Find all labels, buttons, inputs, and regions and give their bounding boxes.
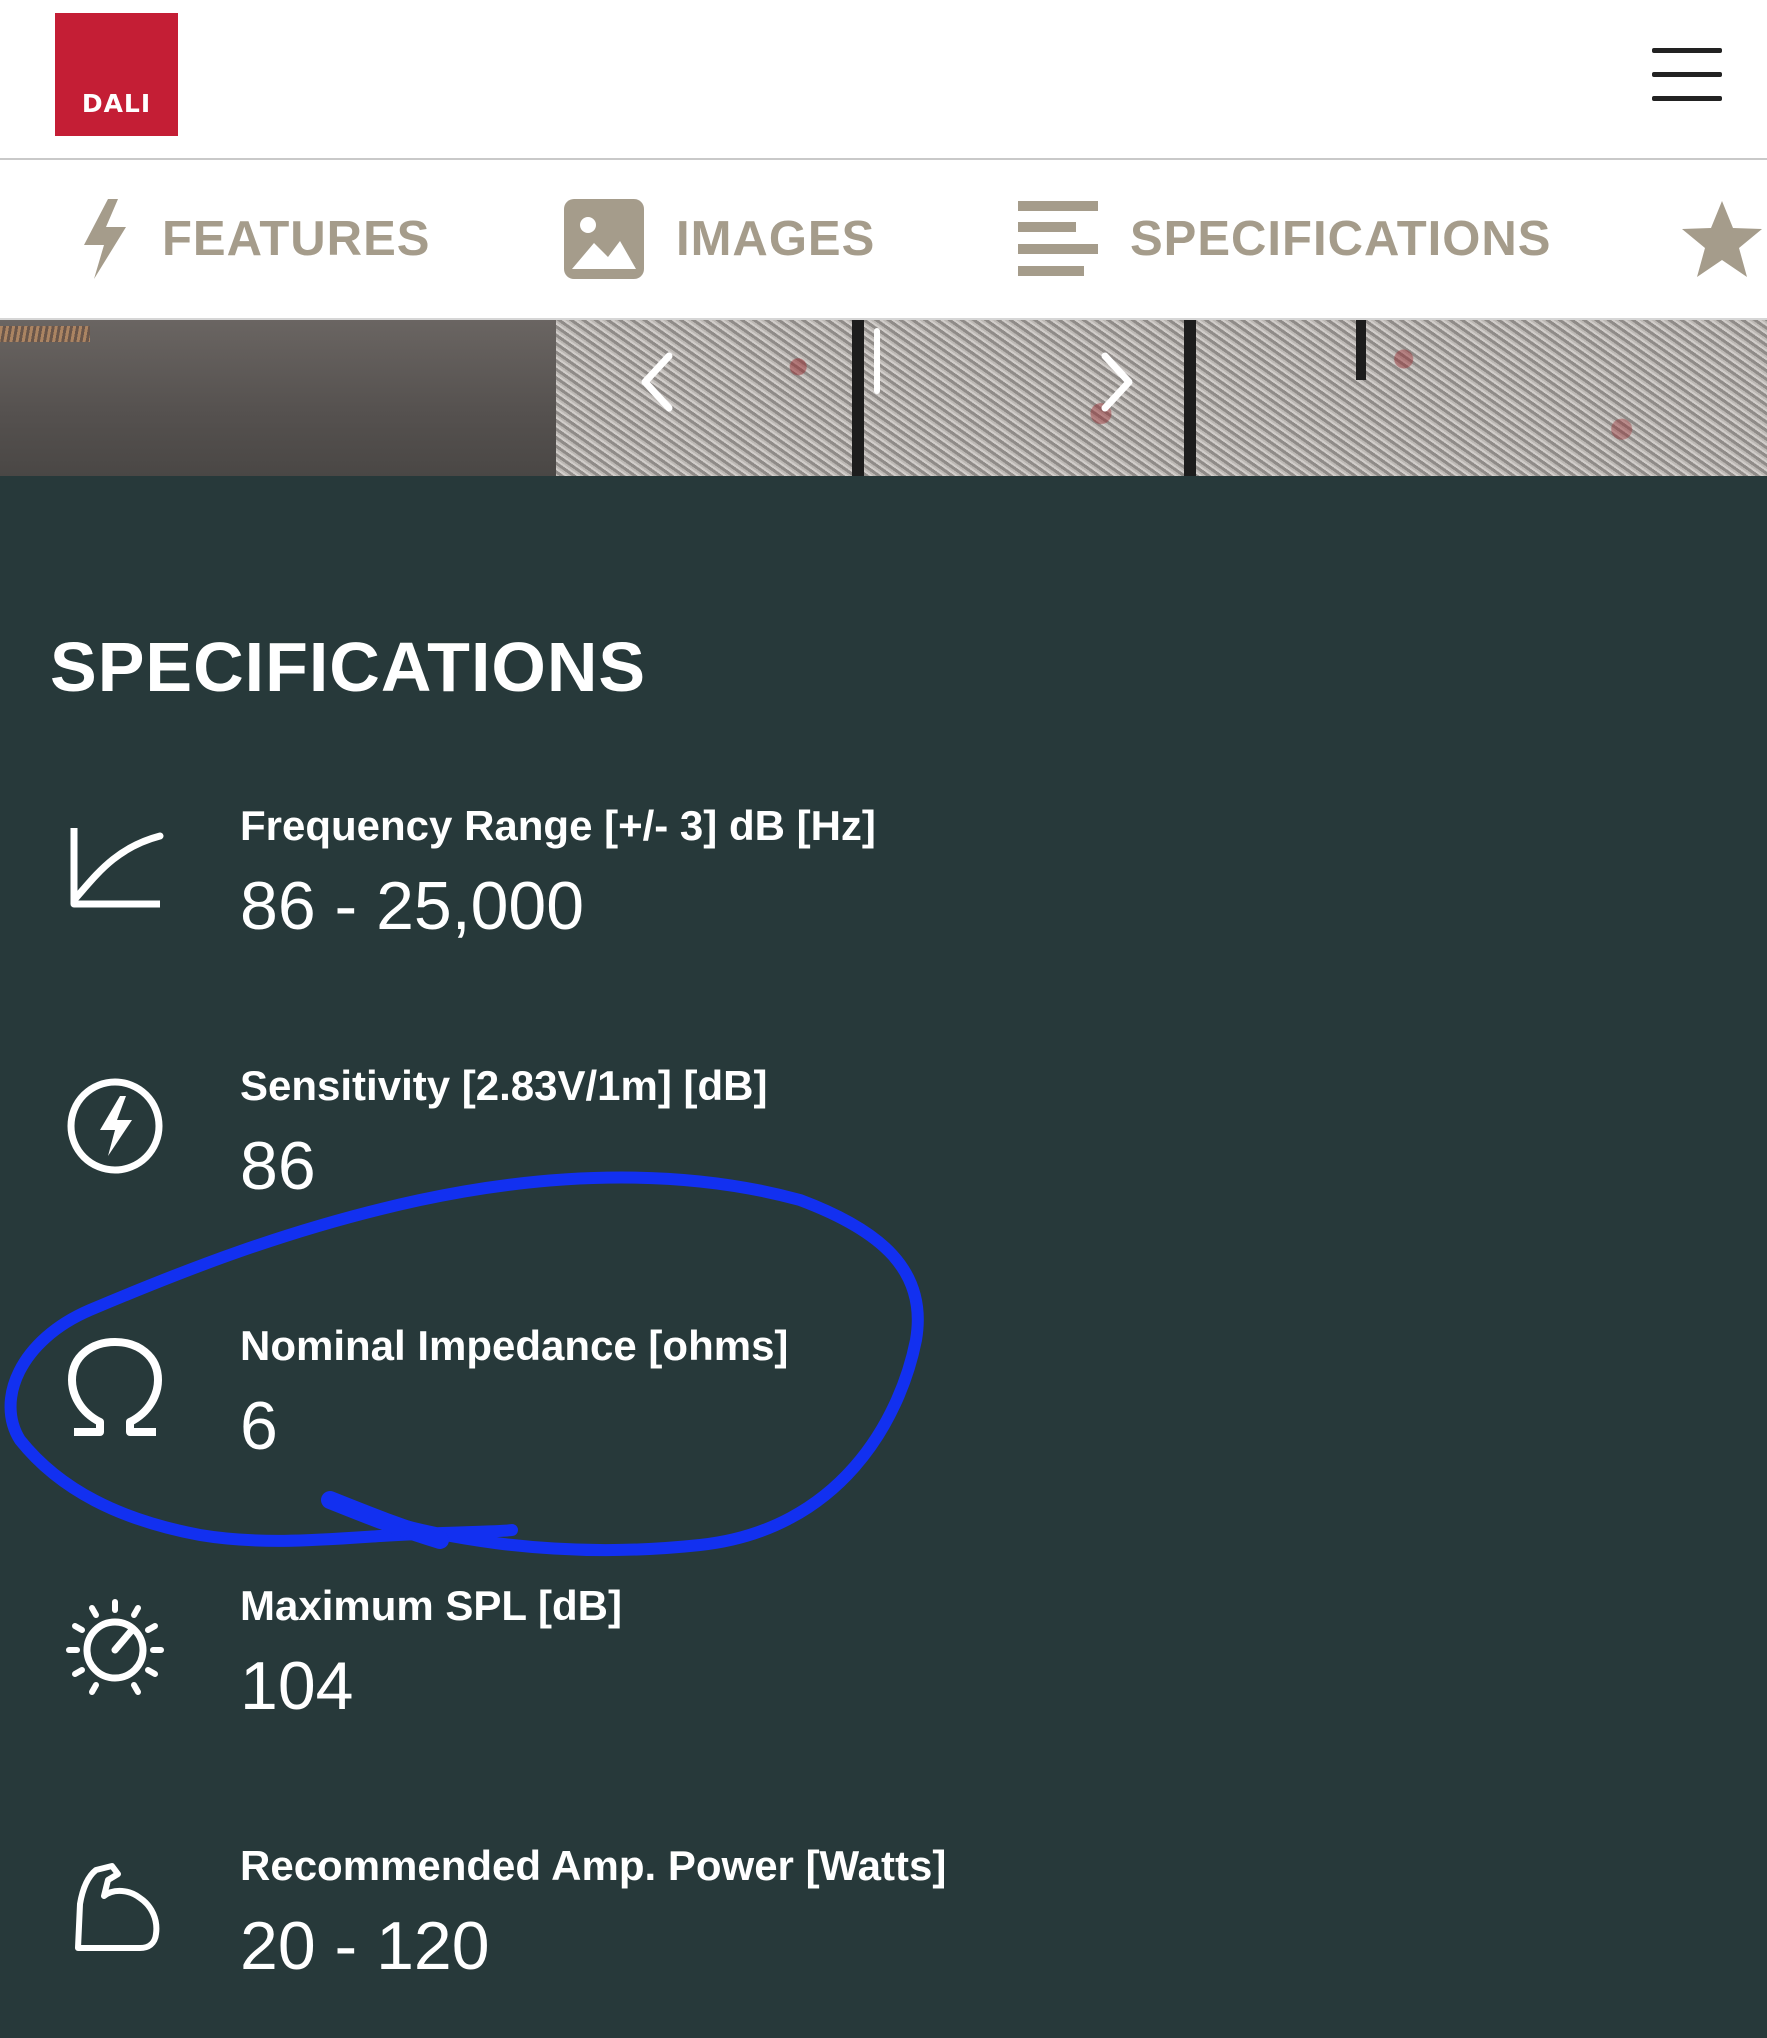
tab-features[interactable]: FEATURES [78, 160, 430, 318]
gallery-next-button[interactable] [1082, 342, 1152, 422]
gallery-prev-button[interactable] [622, 342, 692, 422]
flexed-arm-icon [75, 1863, 160, 1951]
spec-value: 86 - 25,000 [240, 868, 585, 944]
lightning-circle-icon [67, 1078, 163, 1174]
tab-label: FEATURES [162, 212, 431, 266]
spec-nominal-impedance: Nominal Impedance [ohms] 6 [0, 1318, 1767, 1518]
spec-label: Recommended Amp. Power [Watts] [240, 1842, 947, 1889]
spec-value: 86 [240, 1128, 316, 1204]
chevron-left-icon [641, 352, 673, 412]
site-header: DALI [0, 0, 1767, 160]
hamburger-menu-icon[interactable] [1652, 44, 1722, 104]
spec-maximum-spl: Maximum SPL [dB] 104 [0, 1578, 1767, 1778]
section-tab-bar: FEATURES IMAGES SPECIFICATIONS [0, 160, 1767, 320]
specifications-list-icon [1018, 201, 1098, 276]
omega-icon [68, 1338, 162, 1436]
tab-specifications[interactable]: SPECIFICATIONS [1016, 160, 1551, 318]
spec-label: Frequency Range [+/- 3] dB [Hz] [240, 802, 876, 849]
spec-value: 20 - 120 [240, 1908, 490, 1984]
chevron-right-icon [1101, 352, 1133, 412]
spec-value: 104 [240, 1648, 354, 1724]
spec-sensitivity: Sensitivity [2.83V/1m] [dB] 86 [0, 1058, 1767, 1258]
tab-label: SPECIFICATIONS [1130, 212, 1552, 266]
spec-label: Sensitivity [2.83V/1m] [dB] [240, 1062, 768, 1109]
spec-label: Maximum SPL [dB] [240, 1582, 622, 1629]
gauge-icon [66, 1599, 164, 1695]
gallery-image-right [556, 320, 1767, 476]
spec-frequency-range: Frequency Range [+/- 3] dB [Hz] 86 - 25,… [0, 798, 1767, 998]
logo-text: DALI [81, 89, 152, 118]
spec-label: Nominal Impedance [ohms] [240, 1322, 789, 1369]
lightning-icon [84, 199, 126, 279]
slide-divider [874, 328, 880, 394]
gallery-image-left [0, 320, 556, 476]
image-icon [564, 199, 644, 279]
tab-images[interactable]: IMAGES [562, 160, 875, 318]
specifications-title: SPECIFICATIONS [50, 628, 647, 706]
tab-label: IMAGES [676, 212, 876, 266]
spec-recommended-amp-power: Recommended Amp. Power [Watts] 20 - 120 [0, 1838, 1767, 2038]
image-gallery[interactable] [0, 320, 1767, 476]
frequency-curve-icon [70, 828, 164, 908]
tab-reviews[interactable] [1680, 160, 1764, 318]
dali-logo[interactable]: DALI [55, 13, 178, 136]
star-icon [1682, 201, 1762, 277]
spec-value: 6 [240, 1388, 278, 1464]
